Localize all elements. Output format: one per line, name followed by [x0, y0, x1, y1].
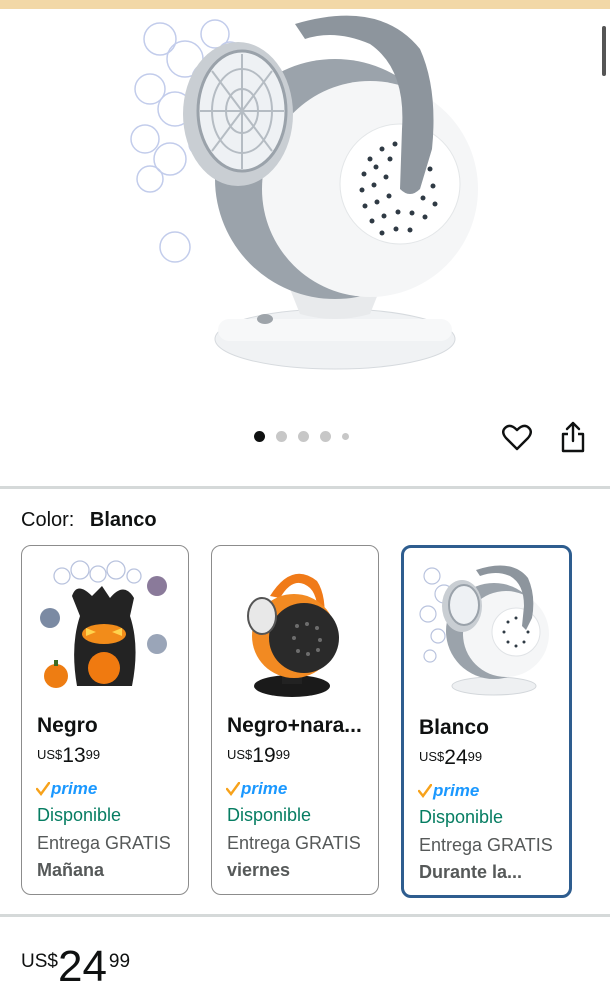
- price-currency: US$: [227, 747, 253, 762]
- delivery-text: Entrega GRATIS: [419, 835, 553, 855]
- product-image-carousel[interactable]: [0, 9, 610, 409]
- variant-thumbnail: [40, 560, 167, 688]
- variant-price: US$ 13 99: [37, 745, 100, 766]
- delivery-text: Entrega GRATIS: [37, 833, 171, 853]
- variant-price: US$ 19 99: [227, 745, 290, 766]
- prime-check-icon: [36, 782, 50, 796]
- color-selector-label: Color: Blanco: [21, 509, 157, 532]
- price-currency: US$: [37, 747, 63, 762]
- carousel-indicator[interactable]: [254, 431, 349, 442]
- variant-card-negro-naranja[interactable]: Negro+nara... US$ 19 99 prime Disponible…: [211, 545, 379, 895]
- price-whole: 13: [62, 744, 86, 767]
- share-icon[interactable]: [556, 420, 590, 454]
- availability-text: Disponible: [419, 807, 504, 827]
- delivery-day: viernes: [227, 860, 291, 880]
- price-whole: 24: [57, 942, 107, 991]
- variant-name: Negro+nara...: [227, 714, 362, 737]
- price-fraction: 99: [467, 749, 483, 764]
- selected-color-value: Blanco: [89, 509, 157, 531]
- carousel-dot[interactable]: [298, 431, 309, 442]
- product-image: [130, 15, 478, 370]
- delivery-text: Entrega GRATIS: [227, 833, 361, 853]
- heart-icon[interactable]: [500, 420, 534, 454]
- availability-text: Disponible: [37, 805, 122, 825]
- delivery-day: Mañana: [37, 860, 105, 880]
- variant-thumbnail: [419, 565, 549, 696]
- price-currency: US$: [21, 951, 58, 972]
- variant-thumbnail: [247, 573, 339, 697]
- variant-name: Blanco: [419, 716, 490, 739]
- price-fraction: 99: [85, 747, 101, 762]
- prime-label: prime: [433, 781, 480, 800]
- delivery-day: Durante la...: [419, 862, 523, 882]
- price-currency: US$: [419, 749, 445, 764]
- price-fraction: 99: [275, 747, 291, 762]
- variant-name: Negro: [37, 714, 98, 737]
- prime-label: prime: [241, 779, 288, 798]
- prime-badge: prime: [418, 781, 479, 801]
- top-banner-strip: [0, 0, 610, 9]
- variant-price: US$ 24 99: [419, 747, 482, 768]
- prime-label: prime: [51, 779, 98, 798]
- prime-check-icon: [418, 784, 432, 798]
- carousel-dot[interactable]: [320, 431, 331, 442]
- price-whole: 24: [444, 746, 468, 769]
- prime-badge: prime: [36, 779, 97, 799]
- carousel-dot[interactable]: [342, 433, 349, 440]
- price-whole: 19: [252, 744, 276, 767]
- carousel-dot-active[interactable]: [254, 431, 265, 442]
- price-fraction: 99: [108, 951, 131, 972]
- variant-card-negro[interactable]: Negro US$ 13 99 prime Disponible Entrega…: [21, 545, 189, 895]
- product-price: US$ 24 99: [21, 945, 130, 989]
- section-divider: [0, 914, 610, 917]
- prime-badge: prime: [226, 779, 287, 799]
- variant-card-blanco-selected[interactable]: Blanco US$ 24 99 prime Disponible Entreg…: [401, 545, 572, 898]
- availability-text: Disponible: [227, 805, 312, 825]
- prime-check-icon: [226, 782, 240, 796]
- color-label: Color:: [21, 509, 75, 531]
- section-divider: [0, 486, 610, 489]
- carousel-dot[interactable]: [276, 431, 287, 442]
